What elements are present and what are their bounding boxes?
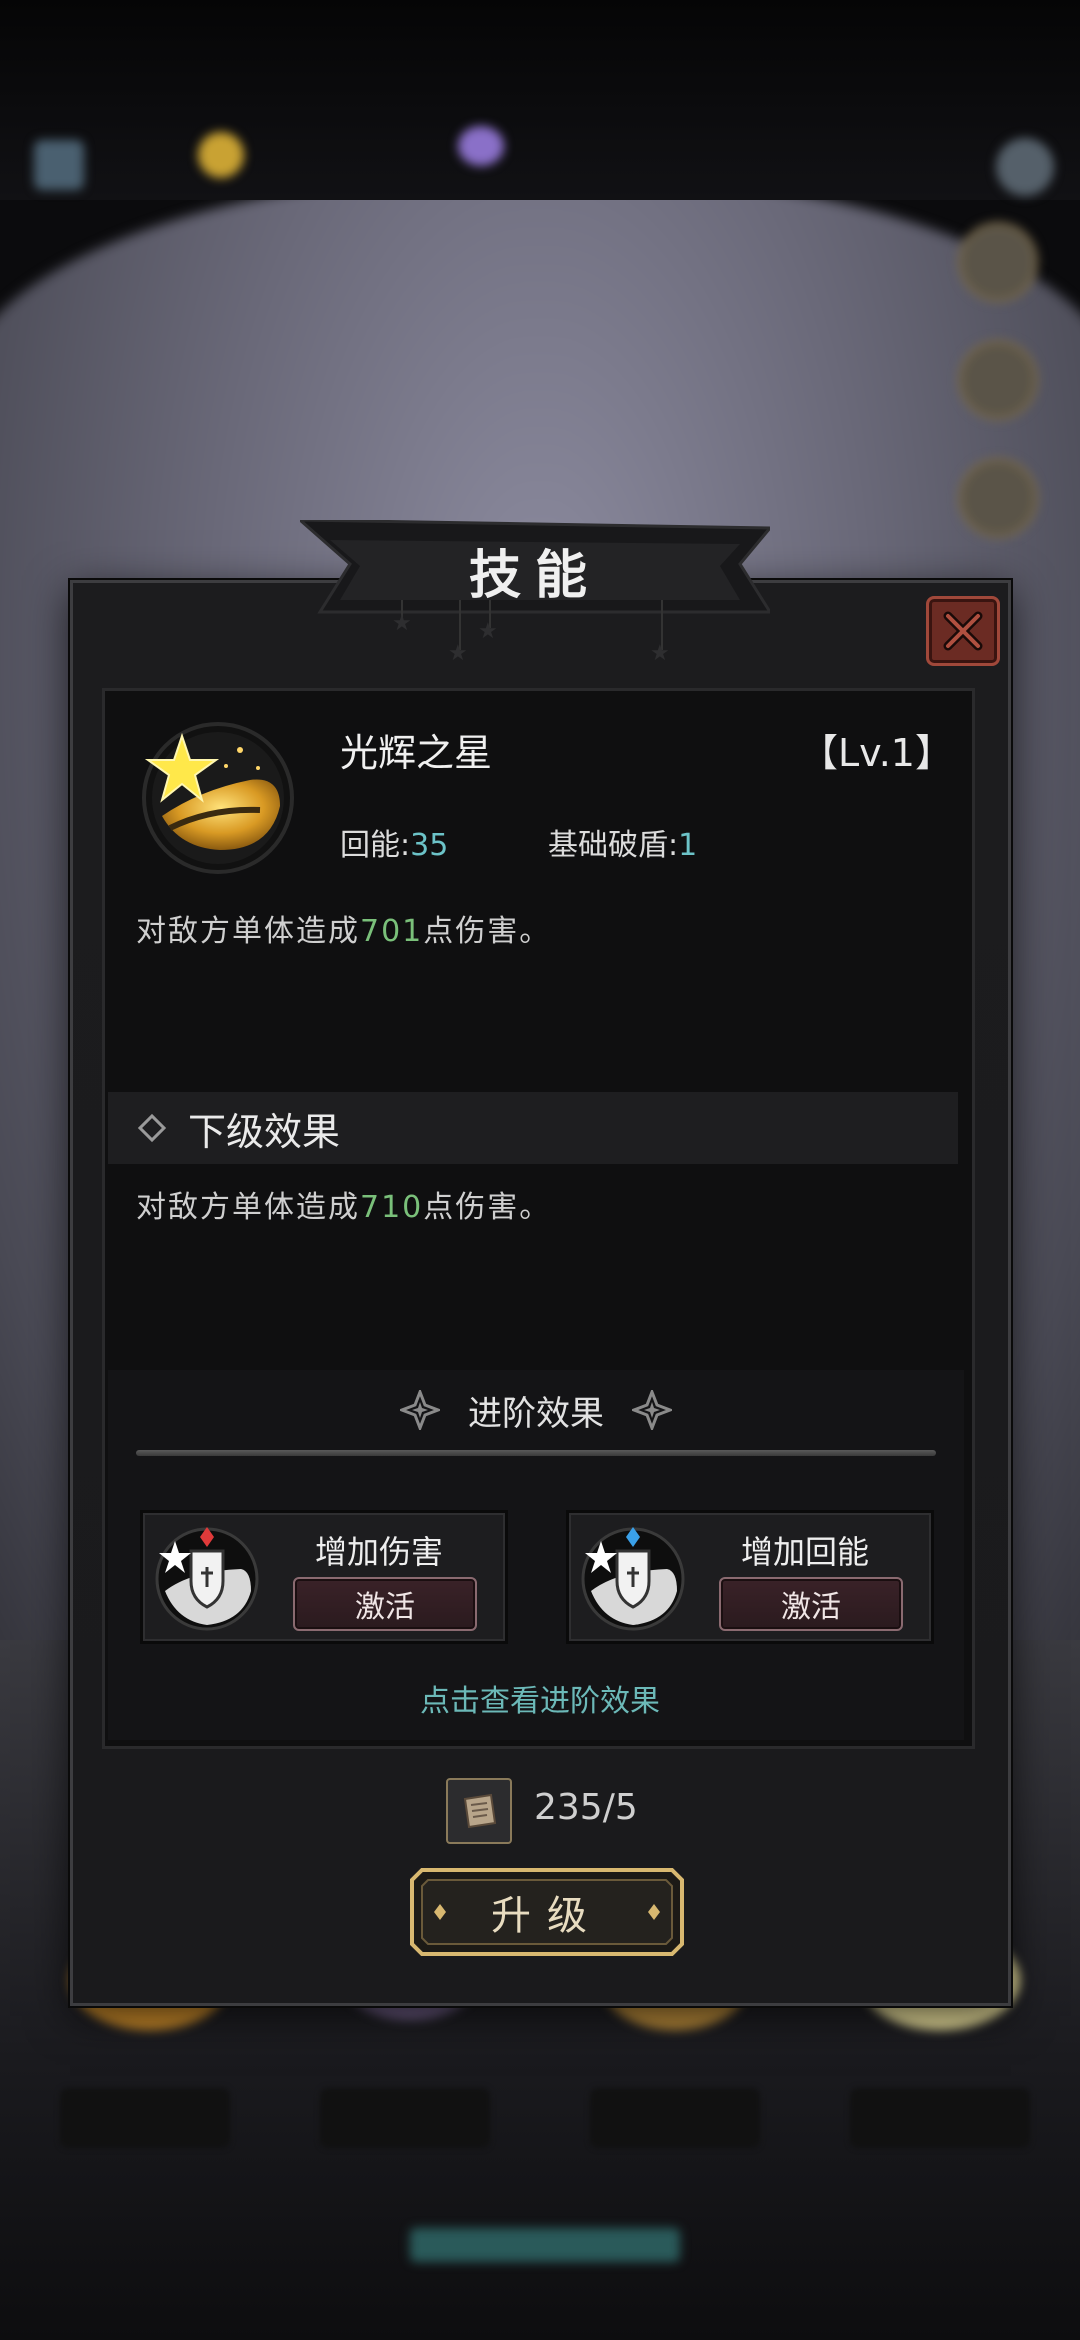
advanced-card-label: 增加伤害 bbox=[315, 1533, 444, 1571]
svg-text:★: ★ bbox=[650, 641, 670, 666]
activate-button[interactable]: 激活 bbox=[293, 1577, 477, 1631]
skill-icon bbox=[140, 720, 296, 876]
background-level-pill bbox=[320, 2088, 490, 2148]
settings-icon bbox=[996, 138, 1054, 196]
desc-suffix: 点伤害。 bbox=[423, 914, 552, 949]
dialog-title: 技能 bbox=[468, 545, 601, 606]
skill-level: 【Lv.1】 bbox=[800, 731, 953, 775]
activate-label: 激活 bbox=[781, 1590, 841, 1625]
next-level-description: 对敌方单体造成710点伤害。 bbox=[136, 1182, 551, 1226]
shield-break-stat: 基础破盾:1 bbox=[548, 820, 697, 864]
shield-break-label: 基础破盾: bbox=[548, 828, 679, 863]
upgrade-button[interactable]: 升级 bbox=[408, 1866, 686, 1958]
background-level-pill bbox=[590, 2088, 760, 2148]
sparkle-icon bbox=[632, 1390, 672, 1430]
gold-coin-icon bbox=[198, 132, 244, 178]
skill-description: 对敌方单体造成701点伤害。 bbox=[136, 906, 551, 950]
back-icon bbox=[34, 140, 84, 190]
damage-upgrade-medal-icon bbox=[155, 1527, 259, 1631]
skill-name: 光辉之星 bbox=[340, 731, 493, 775]
advanced-card-damage[interactable]: 增加伤害 激活 bbox=[140, 1510, 508, 1644]
close-button[interactable] bbox=[926, 596, 1000, 666]
advanced-effects-title: 进阶效果 bbox=[468, 1393, 604, 1434]
diamond-bullet-icon bbox=[137, 1113, 167, 1143]
background-level-pill bbox=[850, 2088, 1030, 2148]
side-button-icon bbox=[958, 222, 1038, 302]
close-icon bbox=[943, 611, 983, 651]
activate-button[interactable]: 激活 bbox=[719, 1577, 903, 1631]
advanced-effects-header: 进阶效果 bbox=[108, 1370, 964, 1450]
shining-star-icon bbox=[142, 722, 294, 874]
upgrade-label: 升级 bbox=[491, 1893, 603, 1939]
shield-break-value: 1 bbox=[678, 828, 698, 863]
energy-label: 回能: bbox=[340, 828, 411, 863]
desc-damage-value: 701 bbox=[360, 914, 424, 949]
advanced-card-label: 增加回能 bbox=[741, 1533, 870, 1571]
background-level-pill bbox=[60, 2088, 230, 2148]
side-button-icon bbox=[958, 458, 1038, 538]
sparkle-icon bbox=[400, 1390, 440, 1430]
advanced-card-energy[interactable]: 增加回能 激活 bbox=[566, 1510, 934, 1644]
scroll-material-icon bbox=[463, 1793, 497, 1829]
next-desc-suffix: 点伤害。 bbox=[423, 1190, 552, 1225]
energy-stat: 回能:35 bbox=[340, 820, 448, 864]
next-level-title: 下级效果 bbox=[188, 1109, 341, 1154]
desc-prefix: 对敌方单体造成 bbox=[136, 914, 360, 949]
svg-text:★: ★ bbox=[448, 641, 468, 666]
energy-value: 35 bbox=[410, 828, 449, 863]
side-button-icon bbox=[958, 340, 1038, 420]
section-divider bbox=[136, 1450, 936, 1456]
svg-text:★: ★ bbox=[392, 611, 412, 636]
material-count: 235/5 bbox=[534, 1787, 638, 1828]
energy-upgrade-medal-icon bbox=[581, 1527, 685, 1631]
view-advanced-effects-link[interactable]: 点击查看进阶效果 bbox=[0, 1676, 1080, 1720]
next-desc-damage-value: 710 bbox=[360, 1190, 424, 1225]
next-level-header: 下级效果 bbox=[108, 1092, 958, 1164]
svg-text:★: ★ bbox=[478, 619, 498, 644]
top-resource-bar bbox=[0, 0, 1080, 200]
activate-label: 激活 bbox=[355, 1590, 415, 1625]
background-link bbox=[410, 2228, 680, 2262]
hanging-stars-icon: ★ ★ ★ ★ bbox=[392, 600, 670, 666]
gem-icon bbox=[458, 126, 504, 166]
upgrade-material bbox=[446, 1778, 512, 1844]
next-desc-prefix: 对敌方单体造成 bbox=[136, 1190, 360, 1225]
